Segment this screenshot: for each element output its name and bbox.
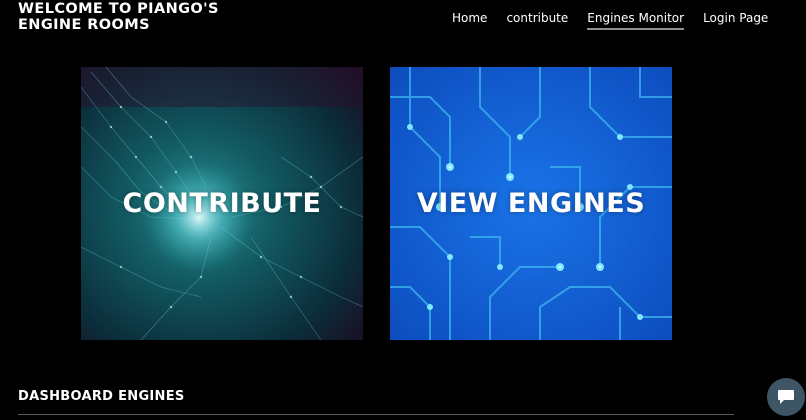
nav-contribute[interactable]: contribute xyxy=(506,11,568,30)
nav-home[interactable]: Home xyxy=(452,11,487,30)
nav-login-page[interactable]: Login Page xyxy=(703,11,768,30)
contribute-tile-label: CONTRIBUTE xyxy=(122,188,322,219)
chat-bubble-icon xyxy=(778,390,794,404)
contribute-tile[interactable]: CONTRIBUTE xyxy=(81,67,363,340)
dashboard-engines-heading: DASHBOARD ENGINES xyxy=(18,389,185,404)
site-title[interactable]: WELCOME TO PIANGO'S ENGINE ROOMS xyxy=(18,1,268,33)
view-engines-tile[interactable]: VIEW ENGINES xyxy=(390,67,672,340)
section-divider xyxy=(18,414,734,415)
view-engines-tile-label: VIEW ENGINES xyxy=(416,188,646,219)
chat-button[interactable] xyxy=(767,378,805,416)
nav-engines-monitor[interactable]: Engines Monitor xyxy=(587,11,685,30)
main-nav: Home contribute Engines Monitor Login Pa… xyxy=(452,11,768,30)
